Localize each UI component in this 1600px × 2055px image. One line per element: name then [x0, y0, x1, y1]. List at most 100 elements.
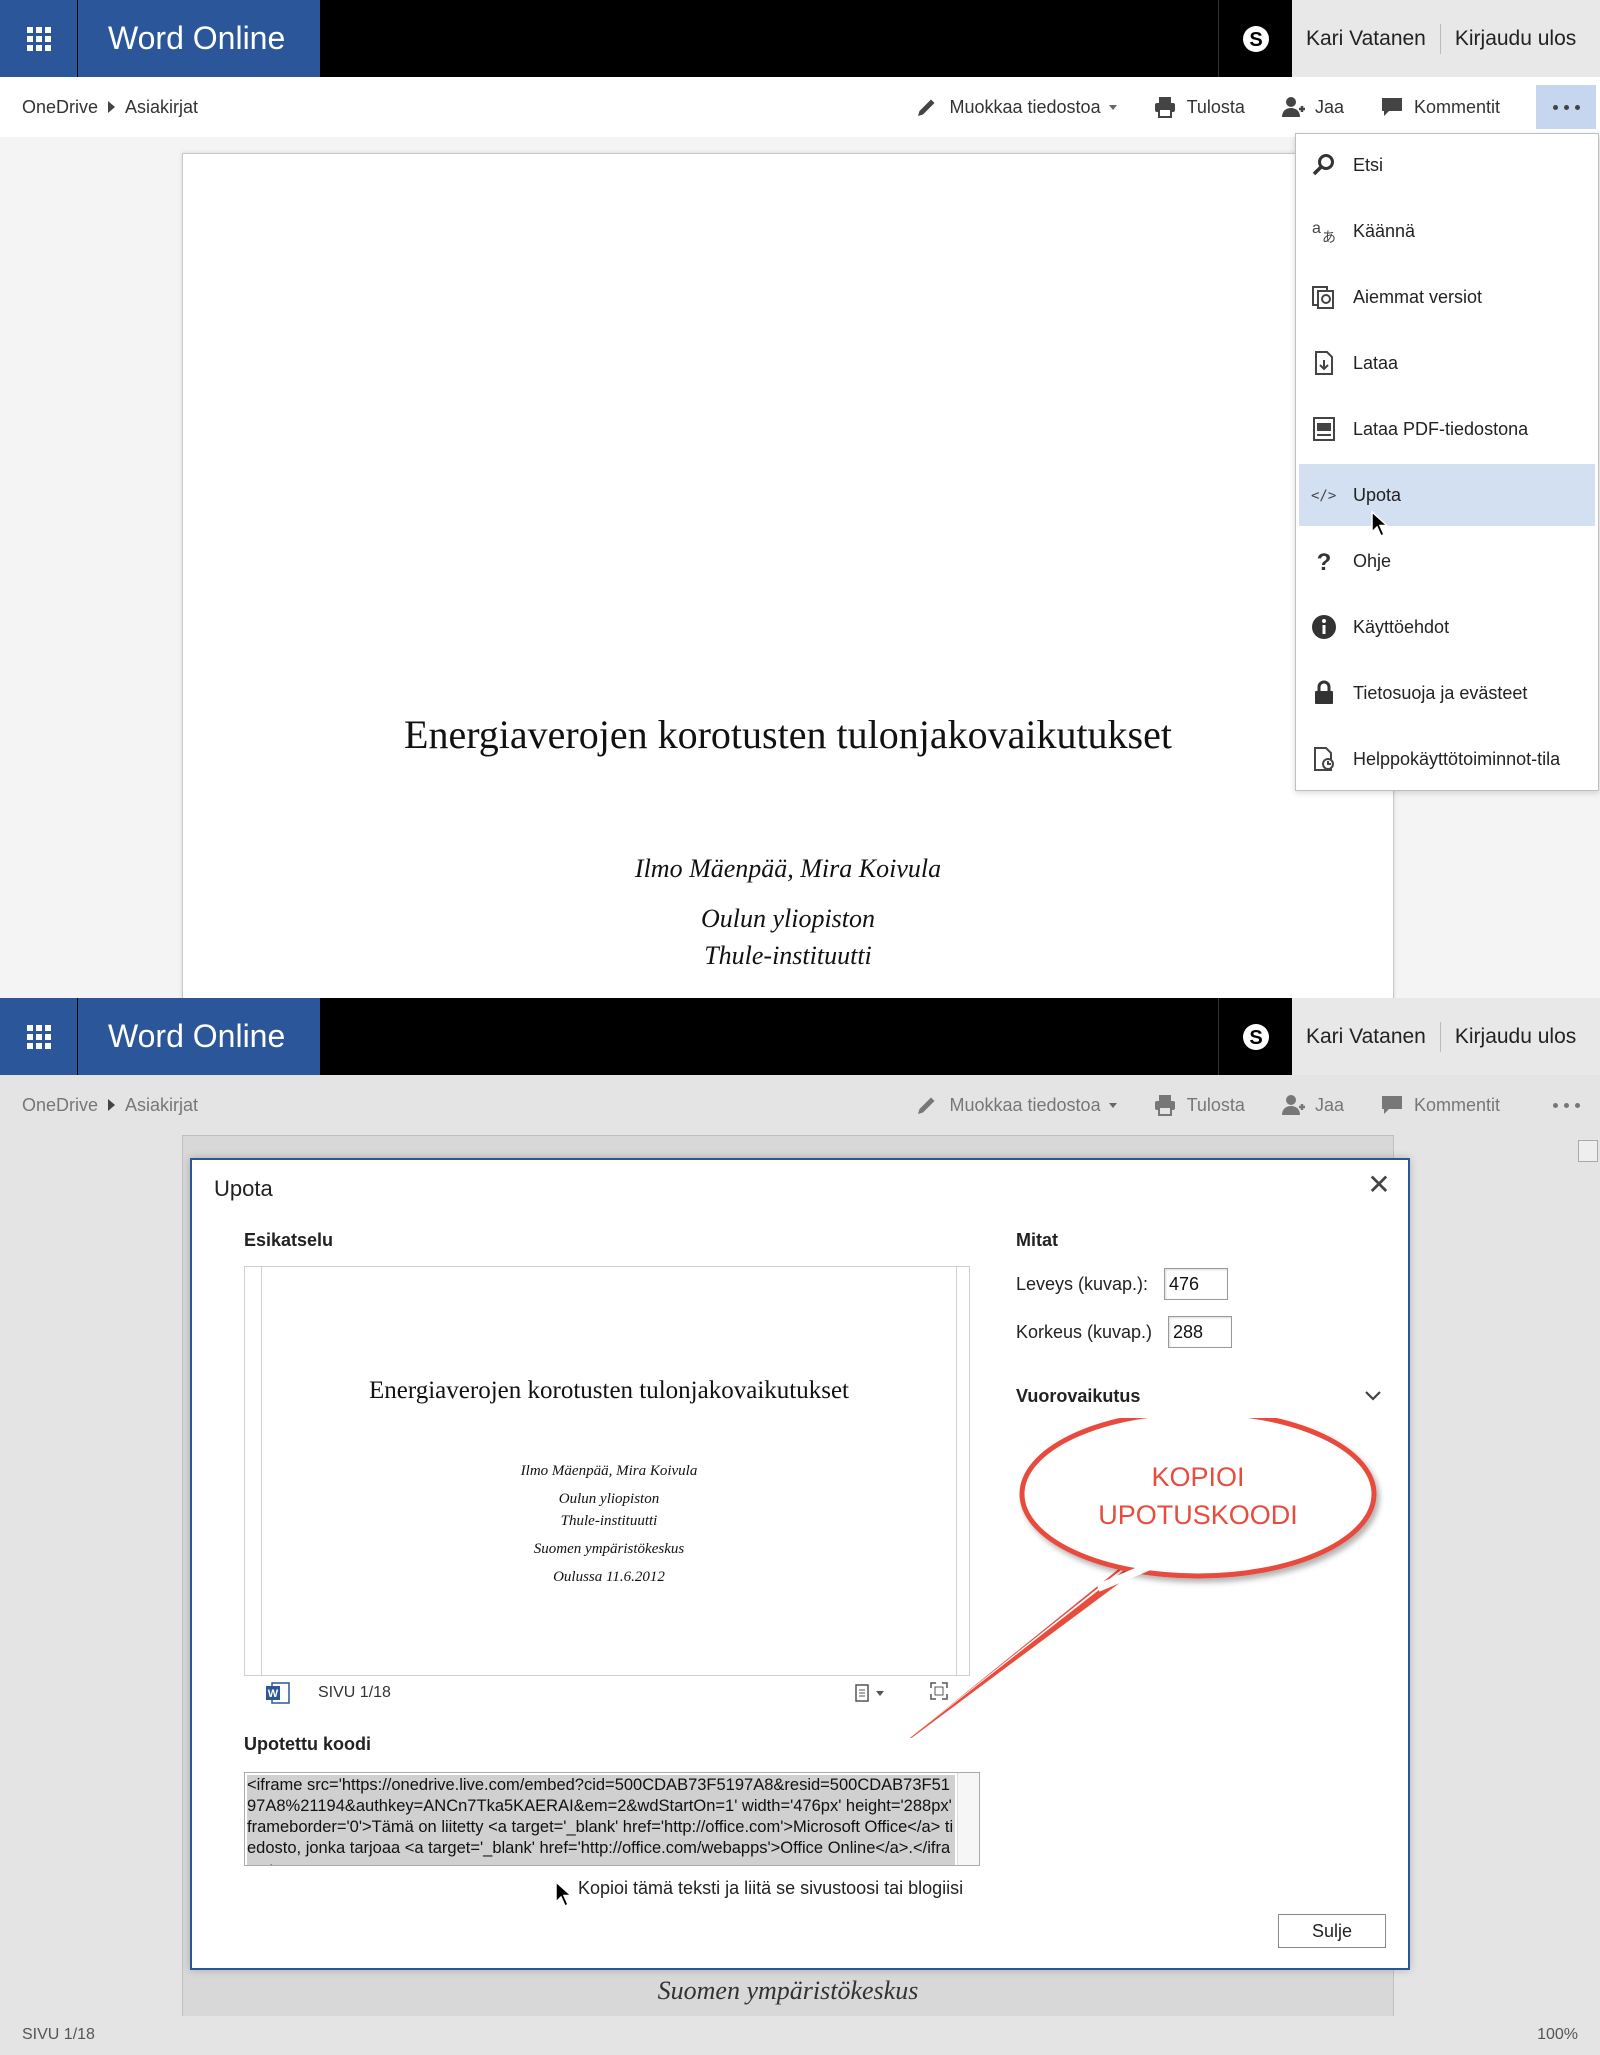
embed-icon: </>	[1309, 480, 1339, 510]
menu-item-previous-versions[interactable]: Aiemmat versiot	[1299, 266, 1595, 328]
menu-item-embed[interactable]: </> Upota	[1299, 464, 1595, 526]
edit-document-label: Muokkaa tiedostoa	[949, 1094, 1101, 1115]
width-input[interactable]: 476	[1164, 1268, 1228, 1300]
preview-page: Energiaverojen korotusten tulonjakovaiku…	[261, 1267, 957, 1675]
command-group: Muokkaa tiedostoa Tulosta Jaa Kommentit	[915, 1075, 1600, 1135]
menu-item-label: Tietosuoja ja evästeet	[1353, 682, 1528, 703]
more-options-button[interactable]	[1536, 1083, 1596, 1127]
divider	[1439, 23, 1441, 54]
user-area: Kari Vatanen Kirjaudu ulos	[1292, 998, 1600, 1075]
help-icon: ?	[1309, 546, 1339, 576]
chevron-down-icon[interactable]	[1364, 1390, 1382, 1402]
breadcrumb-documents[interactable]: Asiakirjat	[125, 97, 198, 118]
embed-code-heading: Upotettu koodi	[244, 1734, 371, 1754]
print-button[interactable]: Tulosta	[1153, 85, 1245, 129]
menu-item-download[interactable]: Lataa	[1299, 332, 1595, 394]
status-page-indicator: SIVU 1/18	[22, 2026, 95, 2043]
menu-item-privacy[interactable]: Tietosuoja ja evästeet	[1299, 662, 1595, 724]
document-page: Energiaverojen korotusten tulonjakovaiku…	[182, 153, 1394, 998]
comments-label: Kommentit	[1413, 1094, 1500, 1115]
app-launcher-button[interactable]	[0, 998, 77, 1075]
accessibility-icon	[1309, 744, 1339, 774]
edit-document-button[interactable]: Muokkaa tiedostoa	[915, 1083, 1117, 1127]
breadcrumb-onedrive[interactable]: OneDrive	[22, 1095, 98, 1116]
menu-item-help[interactable]: ? Ohje	[1299, 530, 1595, 592]
preview-authors: Ilmo Mäenpää, Mira Koivula	[520, 1463, 698, 1479]
printer-icon	[1154, 97, 1175, 118]
printer-icon	[1154, 1095, 1175, 1116]
more-options-button[interactable]	[1536, 85, 1596, 129]
interaction-heading[interactable]: Vuorovaikutus	[1016, 1386, 1140, 1407]
comments-button[interactable]: Kommentit	[1380, 1083, 1500, 1127]
callout-ellipse	[1019, 1418, 1377, 1579]
textarea-scrollbar[interactable]	[957, 1773, 979, 1865]
skype-button[interactable]: S	[1218, 998, 1292, 1075]
menu-item-find[interactable]: Etsi	[1299, 134, 1595, 196]
menu-item-accessibility[interactable]: Helppokäyttötoiminnot-tila	[1299, 728, 1595, 790]
height-label: Korkeus (kuvap.)	[1016, 1322, 1153, 1342]
skype-icon: S	[1242, 1023, 1269, 1050]
divider	[1439, 1021, 1441, 1052]
document-org-line3: Suomen ympäristökeskus	[657, 1976, 919, 2005]
skype-button[interactable]: S	[1218, 0, 1292, 77]
embed-code-textarea[interactable]: <iframe src='https://onedrive.live.com/e…	[244, 1772, 980, 1866]
versions-icon	[1309, 282, 1339, 312]
ellipsis-icon	[1552, 104, 1558, 110]
chevron-down-icon	[1108, 1102, 1117, 1108]
pdf-icon	[1309, 414, 1339, 444]
edit-document-button[interactable]: Muokkaa tiedostoa	[915, 85, 1117, 129]
svg-text:?: ?	[1317, 549, 1332, 574]
ellipsis-dot	[1563, 104, 1569, 110]
user-name[interactable]: Kari Vatanen	[1306, 1025, 1426, 1049]
breadcrumb-documents[interactable]: Asiakirjat	[125, 1095, 198, 1116]
user-area: Kari Vatanen Kirjaudu ulos	[1292, 0, 1600, 77]
menu-item-label: Ohje	[1353, 550, 1392, 571]
status-bar: SIVU 1/18 100%	[0, 2016, 1600, 2055]
lock-icon	[1309, 678, 1339, 708]
preview-org-line3: Suomen ympäristökeskus	[533, 1541, 685, 1557]
ellipsis-icon	[1552, 1102, 1558, 1108]
mouse-cursor-icon	[1371, 510, 1389, 538]
menu-item-download-pdf[interactable]: Lataa PDF-tiedostona	[1299, 398, 1595, 460]
breadcrumb-separator-icon	[108, 101, 116, 113]
document-authors: Ilmo Mäenpää, Mira Koivula	[634, 854, 942, 883]
breadcrumb-onedrive[interactable]: OneDrive	[22, 97, 98, 118]
share-button[interactable]: Jaa	[1281, 1083, 1344, 1127]
app-brand[interactable]: Word Online	[78, 0, 320, 77]
download-icon	[1309, 348, 1339, 378]
share-person-icon	[1281, 1095, 1305, 1115]
screenshot-panel-embed-dialog: Word Online S Kari Vatanen Kirjaudu ulos…	[0, 998, 1600, 2055]
svg-text:W: W	[268, 1688, 279, 1700]
height-input[interactable]: 288	[1168, 1316, 1232, 1348]
menu-item-translate[interactable]: aあ Käännä	[1299, 200, 1595, 262]
comments-button[interactable]: Kommentit	[1380, 85, 1500, 129]
menu-item-label: Aiemmat versiot	[1353, 286, 1483, 307]
dialog-title: Upota	[214, 1176, 273, 1201]
menu-item-terms[interactable]: Käyttöehdot	[1299, 596, 1595, 658]
app-launcher-button[interactable]	[0, 0, 77, 77]
close-icon[interactable]: ✕	[1364, 1170, 1394, 1200]
menu-item-label: Käyttöehdot	[1353, 616, 1450, 637]
preview-footer: W SIVU 1/18	[244, 1676, 970, 1710]
copy-hint: Kopioi tämä teksti ja liitä se sivustoos…	[578, 1878, 964, 1898]
preview-org-line2: Thule-instituutti	[560, 1513, 658, 1529]
page-view-icon	[855, 1684, 869, 1702]
zoom-level[interactable]: 100%	[1537, 2026, 1578, 2044]
close-button[interactable]: Sulje	[1278, 1914, 1386, 1948]
comment-icon	[1381, 98, 1402, 116]
breadcrumb: OneDrive Asiakirjat	[22, 1075, 198, 1135]
share-button[interactable]: Jaa	[1281, 85, 1344, 129]
breadcrumb-separator-icon	[108, 1099, 116, 1111]
comment-icon	[1381, 1096, 1402, 1114]
user-name[interactable]: Kari Vatanen	[1306, 27, 1426, 51]
embed-preview[interactable]: Energiaverojen korotusten tulonjakovaiku…	[244, 1266, 970, 1676]
app-brand[interactable]: Word Online	[78, 998, 320, 1075]
callout-text-line1: KOPIOI	[1151, 1462, 1244, 1492]
signout-link[interactable]: Kirjaudu ulos	[1455, 27, 1576, 51]
menu-item-label: Lataa	[1353, 352, 1399, 373]
top-bar: Word Online S Kari Vatanen Kirjaudu ulos	[0, 0, 1600, 77]
signout-link[interactable]: Kirjaudu ulos	[1455, 1025, 1576, 1049]
scroll-indicator[interactable]	[1578, 1140, 1598, 1162]
print-button[interactable]: Tulosta	[1153, 1083, 1245, 1127]
embed-code-text: <iframe src='https://onedrive.live.com/e…	[247, 1775, 955, 1865]
